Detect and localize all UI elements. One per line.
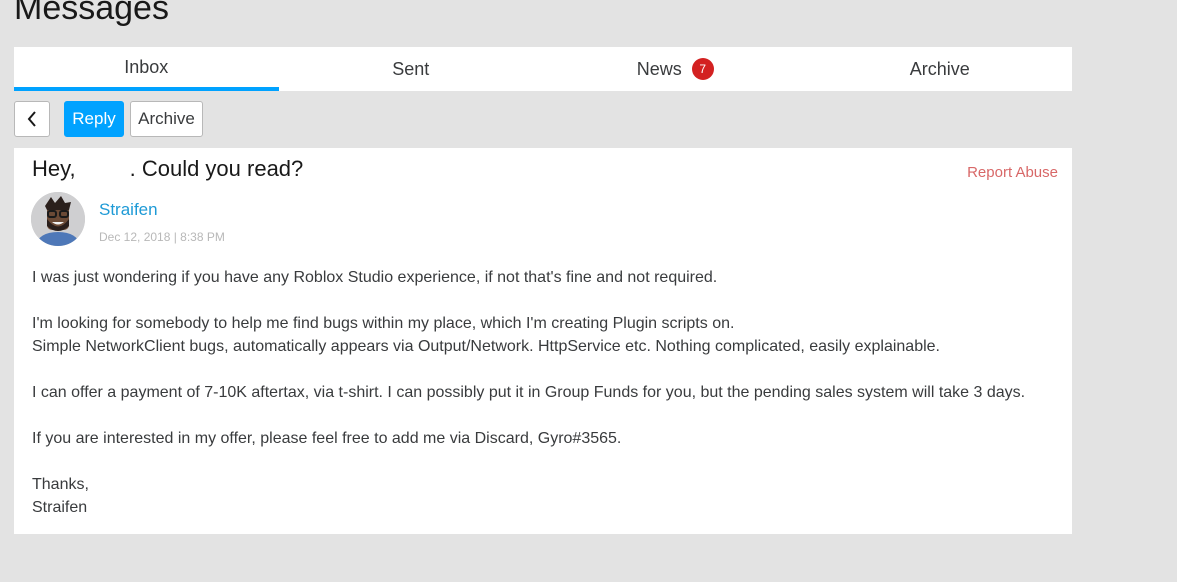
back-button[interactable]	[14, 101, 50, 137]
message-date: Dec 12, 2018 | 8:38 PM	[99, 230, 225, 244]
body-line: Simple NetworkClient bugs, automatically…	[32, 338, 940, 355]
body-line: If you are interested in my offer, pleas…	[32, 430, 622, 447]
tab-news[interactable]: News 7	[543, 47, 808, 91]
archive-button[interactable]: Archive	[130, 101, 203, 137]
body-line: I'm looking for somebody to help me find…	[32, 315, 735, 332]
body-line: I can offer a payment of 7-10K aftertax,…	[32, 384, 1026, 401]
body-line: Straifen	[32, 499, 88, 516]
body-line: I was just wondering if you have any Rob…	[32, 269, 718, 286]
message-tabs: Inbox Sent News 7 Archive	[14, 47, 1072, 91]
tab-archive[interactable]: Archive	[808, 47, 1073, 91]
tab-label: News	[636, 59, 682, 79]
message-subject: Hey, . Could you read?	[32, 156, 303, 182]
tab-sent[interactable]: Sent	[279, 47, 544, 91]
avatar[interactable]	[31, 192, 85, 246]
chevron-left-icon	[27, 111, 36, 127]
body-line: Thanks,	[32, 476, 89, 493]
message-panel: Hey, . Could you read? Report Abuse Strai…	[14, 148, 1072, 534]
sender-link[interactable]: Straifen	[99, 200, 158, 220]
report-abuse-link[interactable]: Report Abuse	[967, 164, 1058, 181]
message-toolbar: Reply Archive	[14, 101, 203, 137]
tab-label: Sent	[392, 59, 430, 79]
reply-button[interactable]: Reply	[64, 101, 124, 137]
avatar-icon	[31, 192, 85, 246]
subject-suffix: . Could you read?	[129, 156, 304, 181]
tab-inbox[interactable]: Inbox	[14, 47, 279, 91]
tab-label: Archive	[909, 59, 970, 79]
tab-label: Inbox	[124, 57, 169, 77]
page-title: Messages	[14, 0, 169, 27]
notification-badge: 7	[691, 58, 714, 80]
subject-prefix: Hey,	[32, 156, 76, 181]
message-body: I was just wondering if you have any Rob…	[32, 266, 1052, 519]
